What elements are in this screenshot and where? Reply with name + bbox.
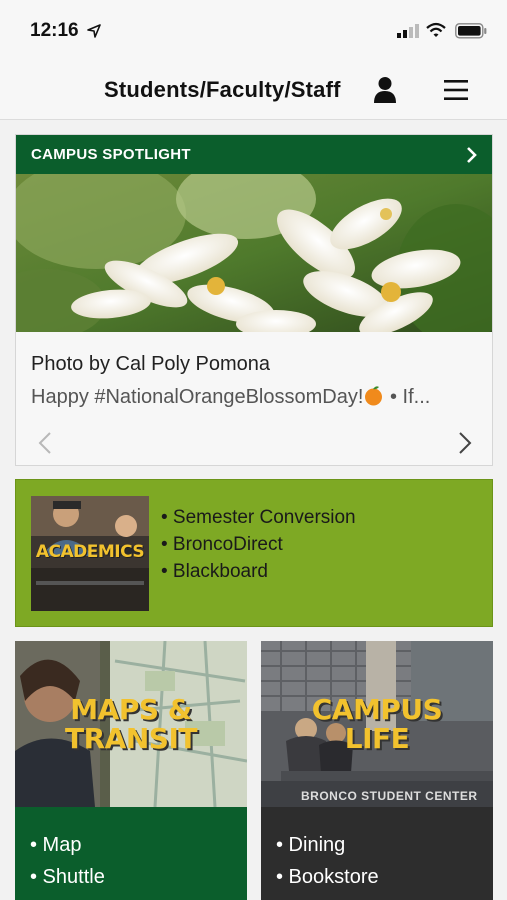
spotlight-caption-text: Happy #NationalOrangeBlossomDay!: [31, 386, 364, 408]
campus-spotlight-card[interactable]: CAMPUS SPOTLIGHT Photo by Cal Poly Pomon…: [15, 134, 493, 466]
status-time: 12:16: [30, 20, 79, 41]
campus-life-link-list: • Dining • Bookstore: [276, 829, 379, 893]
campus-life-image[interactable]: CAMPUS LIFE BRONCO STUDENT CENTER: [261, 641, 493, 807]
campus-life-links-panel: • Dining • Bookstore: [261, 807, 493, 900]
student-center-sign: BRONCO STUDENT CENTER: [301, 789, 478, 803]
campus-life-tile[interactable]: CAMPUS LIFE BRONCO STUDENT CENTER • Dini…: [261, 641, 493, 900]
link-map[interactable]: • Map: [30, 829, 105, 861]
hamburger-menu-icon[interactable]: [443, 78, 469, 102]
maps-transit-title: MAPS & TRANSIT: [15, 695, 247, 753]
link-blackboard[interactable]: • Blackboard: [161, 558, 356, 585]
link-semester-conversion[interactable]: • Semester Conversion: [161, 504, 356, 531]
maps-transit-tile[interactable]: MAPS & TRANSIT • Map • Shuttle: [15, 641, 247, 900]
campus-life-title: CAMPUS LIFE: [261, 695, 493, 753]
academics-thumbnail-label: ACADEMICS: [35, 542, 145, 562]
wifi-icon: [426, 22, 446, 37]
maps-transit-link-list: • Map • Shuttle: [30, 829, 105, 893]
maps-transit-links-panel: • Map • Shuttle: [15, 807, 247, 900]
spotlight-caption-suffix: • If...: [384, 386, 431, 408]
orange-blossom-photo[interactable]: [16, 174, 492, 332]
spotlight-caption: Happy #NationalOrangeBlossomDay! • If...: [31, 385, 430, 409]
link-bookstore[interactable]: • Bookstore: [276, 861, 379, 893]
chevron-right-icon[interactable]: [458, 431, 472, 455]
page-title: Students/Faculty/Staff: [104, 77, 341, 102]
status-bar: 12:16: [0, 0, 507, 64]
maps-transit-title-line2: TRANSIT: [65, 722, 197, 755]
chevron-right-icon[interactable]: [466, 146, 478, 164]
user-profile-icon[interactable]: [372, 76, 398, 104]
maps-transit-image[interactable]: MAPS & TRANSIT: [15, 641, 247, 807]
link-shuttle[interactable]: • Shuttle: [30, 861, 105, 893]
orange-emoji-icon: [365, 386, 383, 406]
spotlight-header[interactable]: CAMPUS SPOTLIGHT: [16, 135, 492, 174]
academics-link-list: • Semester Conversion • BroncoDirect • B…: [161, 504, 356, 585]
link-dining[interactable]: • Dining: [276, 829, 379, 861]
academics-thumbnail[interactable]: ACADEMICS: [31, 496, 149, 611]
location-arrow-icon: [87, 24, 101, 38]
link-broncodirect[interactable]: • BroncoDirect: [161, 531, 356, 558]
campus-life-title-line1: CAMPUS: [311, 693, 443, 726]
cellular-signal-icon: [397, 24, 419, 38]
battery-icon: [455, 23, 487, 39]
navigation-bar: Students/Faculty/Staff: [0, 64, 507, 120]
academics-card[interactable]: ACADEMICS • Semester Conversion • Bronco…: [15, 479, 493, 627]
chevron-left-icon[interactable]: [38, 431, 52, 455]
maps-transit-title-line1: MAPS &: [70, 693, 192, 726]
spotlight-credit: Photo by Cal Poly Pomona: [31, 353, 271, 375]
spotlight-header-label: CAMPUS SPOTLIGHT: [31, 146, 191, 163]
campus-life-title-line2: LIFE: [344, 722, 410, 755]
